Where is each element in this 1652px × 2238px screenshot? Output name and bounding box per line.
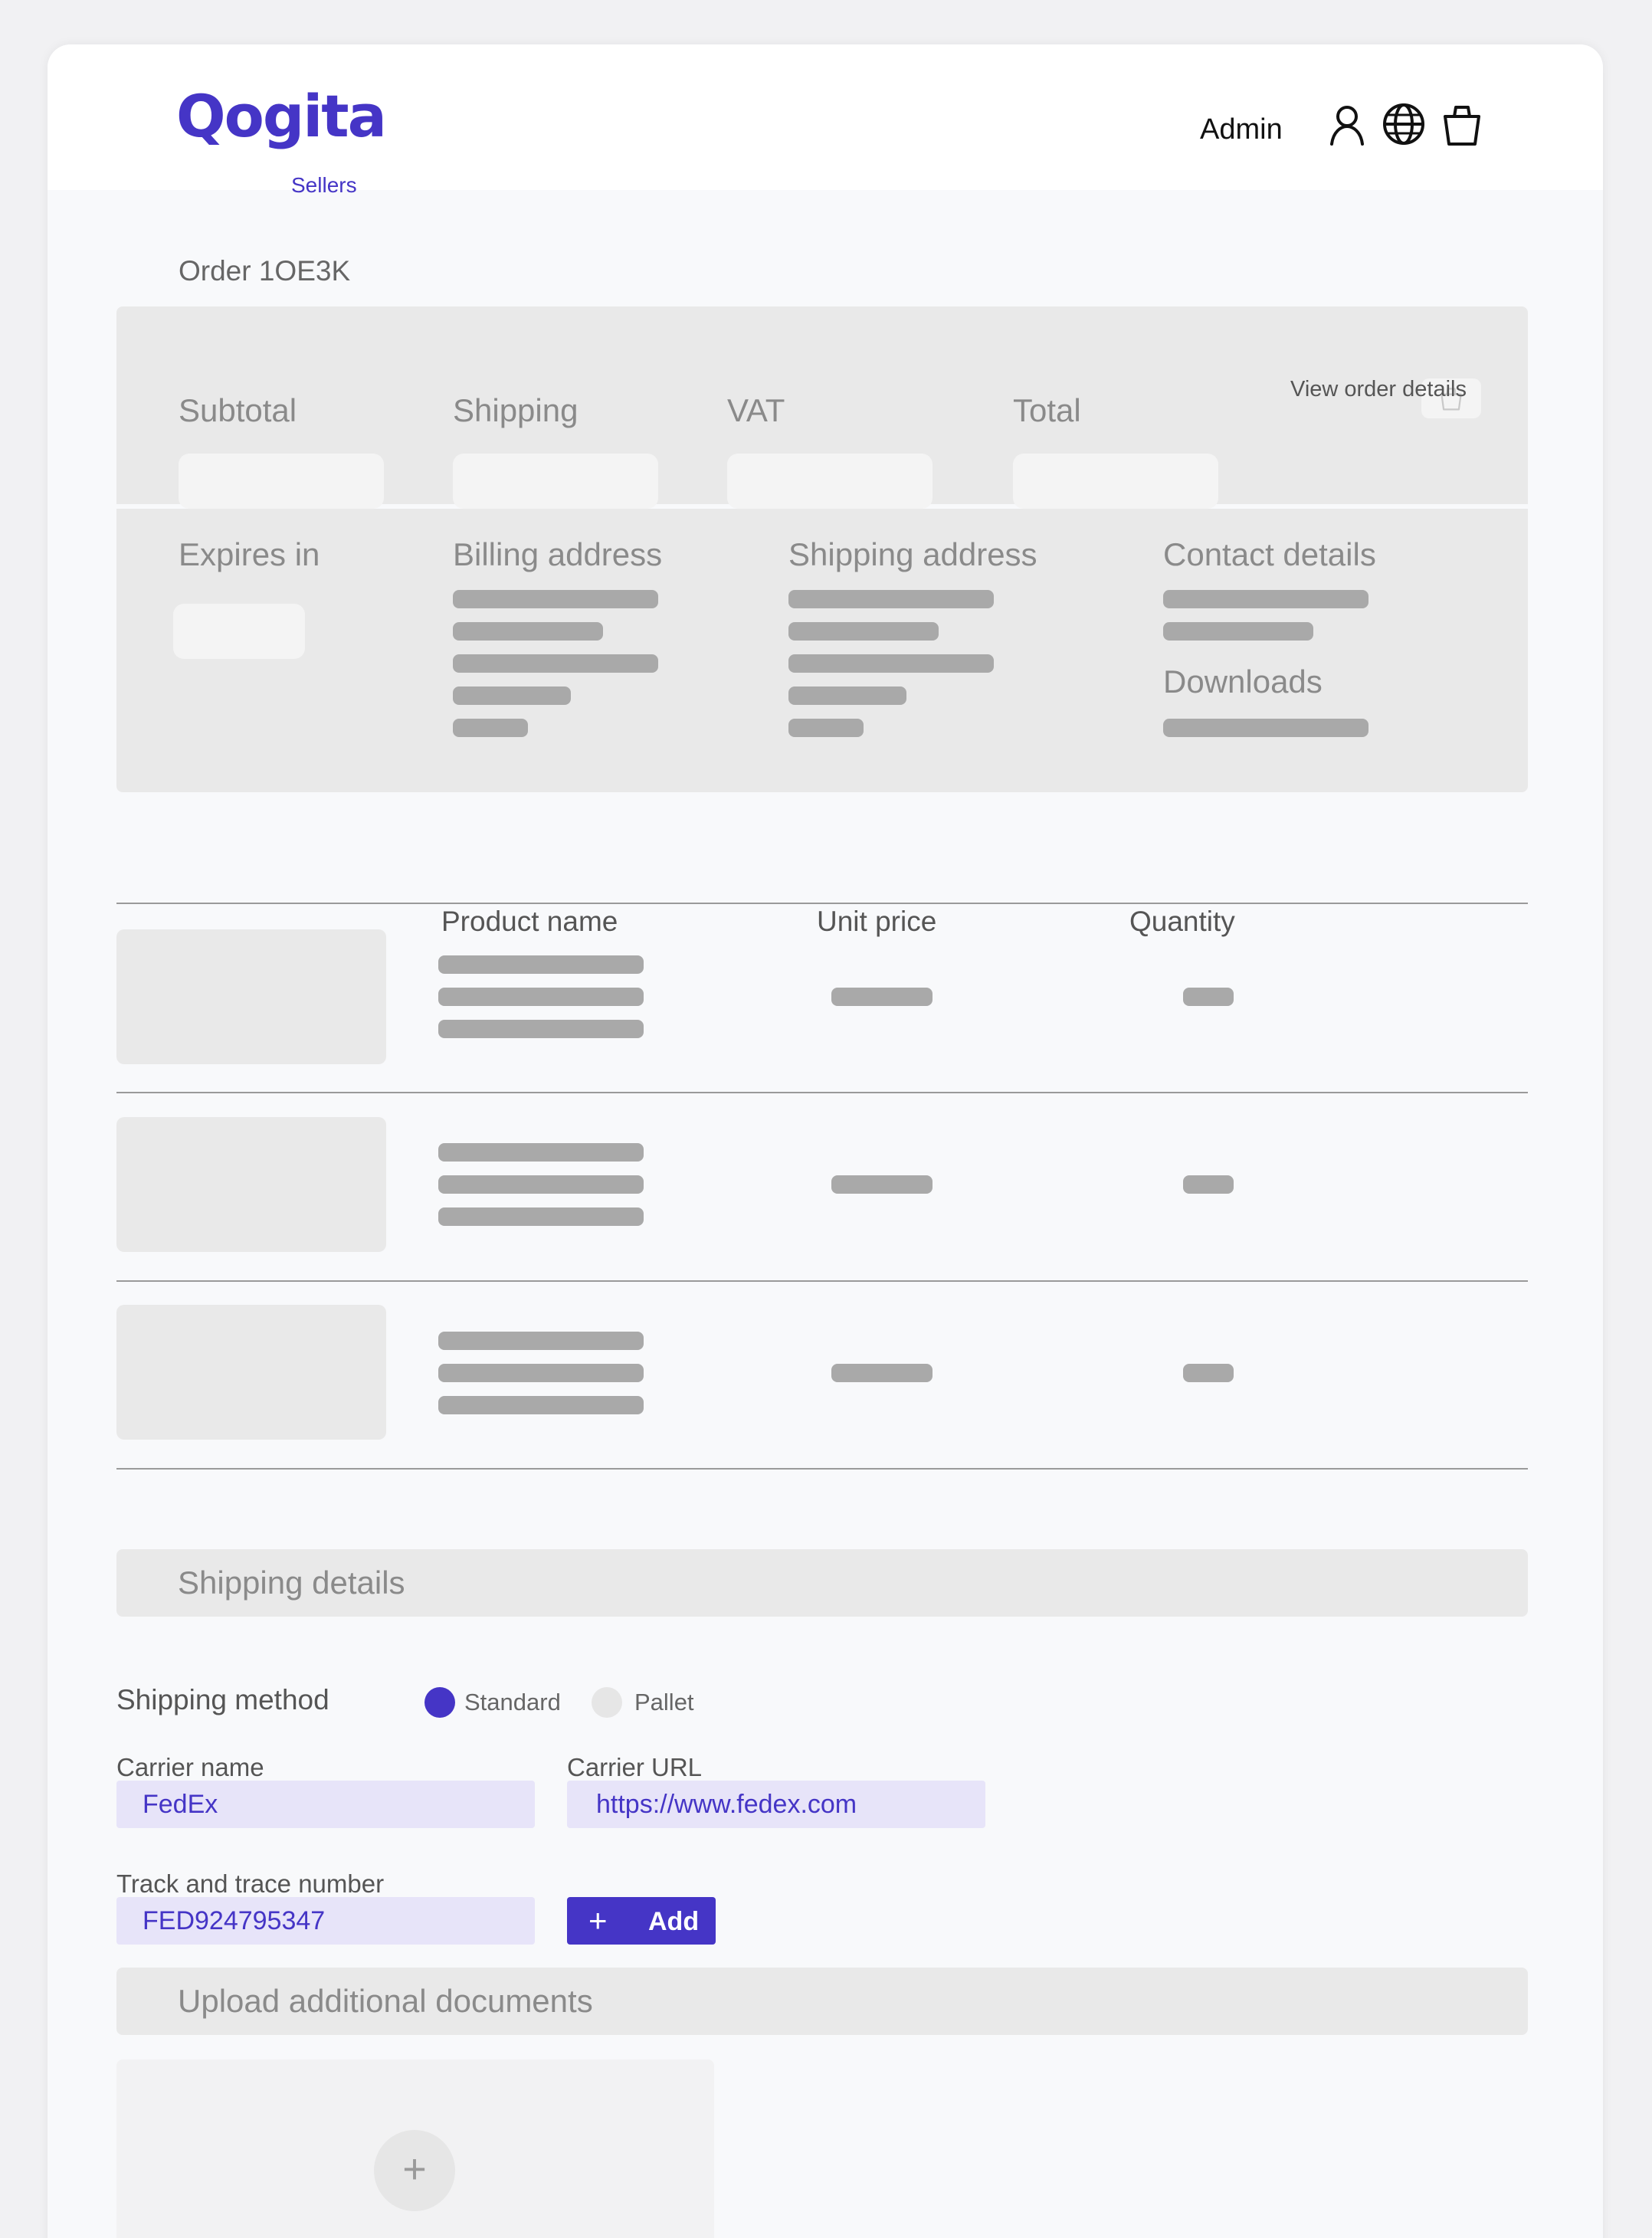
upload-documents-title: Upload additional documents <box>178 1983 593 2019</box>
unit-price-value <box>831 1364 933 1382</box>
row-divider <box>116 1092 1528 1093</box>
billing-line <box>453 686 571 705</box>
product-thumbnail <box>116 1305 386 1440</box>
billing-line <box>453 719 528 737</box>
shipping-method-label: Shipping method <box>116 1684 329 1715</box>
quantity-value <box>1183 1175 1234 1194</box>
logo-subtitle: Sellers <box>291 173 357 197</box>
shipping-details-header: Shipping details <box>116 1549 1528 1617</box>
product-name-line <box>438 1332 644 1350</box>
shopping-bag-icon[interactable] <box>1439 101 1485 147</box>
column-unit-price: Unit price <box>817 906 937 937</box>
shipping-details-title: Shipping details <box>178 1565 405 1601</box>
shipping-cost-value <box>453 454 658 509</box>
billing-line <box>453 622 603 641</box>
qogita-logo[interactable]: Qogita Sellers <box>176 82 387 198</box>
column-quantity: Quantity <box>1129 906 1235 937</box>
carrier-url-input[interactable]: https://www.fedex.com <box>567 1781 985 1828</box>
product-thumbnail <box>116 929 386 1064</box>
row-divider <box>116 1468 1528 1470</box>
billing-address-label: Billing address <box>453 536 663 572</box>
radio-pallet-label[interactable]: Pallet <box>634 1689 694 1716</box>
unit-price-value <box>831 1175 933 1194</box>
vat-value <box>727 454 933 509</box>
radio-standard[interactable] <box>424 1687 455 1718</box>
quantity-value <box>1183 1364 1234 1382</box>
product-name-line <box>438 1396 644 1414</box>
tracking-number-label: Track and trace number <box>116 1869 385 1898</box>
shipping-address-line <box>788 622 939 641</box>
shipping-address-line <box>788 686 906 705</box>
view-order-details-link[interactable]: View order details <box>1290 377 1467 402</box>
total-value <box>1013 454 1218 509</box>
product-thumbnail <box>116 1117 386 1252</box>
user-icon[interactable] <box>1324 101 1370 147</box>
page-card: Qogita Sellers Admin Order 1OE3K Subtota… <box>48 44 1603 2238</box>
expires-label: Expires in <box>179 536 320 572</box>
quantity-value <box>1183 988 1234 1006</box>
add-button-label: Add <box>648 1907 700 1936</box>
unit-price-value <box>831 988 933 1006</box>
plus-icon: + <box>588 1902 608 1938</box>
carrier-url-label: Carrier URL <box>567 1753 703 1781</box>
carrier-name-input[interactable]: FedEx <box>116 1781 535 1828</box>
column-product-name: Product name <box>441 906 618 937</box>
product-name-line <box>438 1207 644 1226</box>
upload-dropzone[interactable]: + <box>116 2059 714 2238</box>
contact-line <box>1163 590 1368 608</box>
shipping-address-line <box>788 654 994 673</box>
contact-details-label: Contact details <box>1163 536 1376 572</box>
top-header: Qogita Sellers Admin <box>48 44 1603 198</box>
download-link[interactable] <box>1163 719 1368 737</box>
shipping-address-line <box>788 719 864 737</box>
subtotal-value <box>179 454 384 509</box>
radio-pallet[interactable] <box>592 1687 622 1718</box>
total-label: Total <box>1013 392 1081 428</box>
tracking-number-input[interactable]: FED924795347 <box>116 1897 535 1945</box>
product-name-line <box>438 955 644 974</box>
plus-icon[interactable]: + <box>374 2130 455 2211</box>
shipping-address-label: Shipping address <box>788 536 1037 572</box>
add-tracking-button[interactable]: + Add <box>567 1897 716 1945</box>
billing-line <box>453 590 658 608</box>
row-divider <box>116 1280 1528 1282</box>
shipping-cost-label: Shipping <box>453 392 579 428</box>
table-header-divider <box>116 903 1528 904</box>
vat-label: VAT <box>727 392 785 428</box>
contact-line <box>1163 622 1313 641</box>
radio-standard-label[interactable]: Standard <box>464 1689 561 1716</box>
product-name-line <box>438 1175 644 1194</box>
user-label[interactable]: Admin <box>1200 113 1283 146</box>
subtotal-label: Subtotal <box>179 392 297 428</box>
downloads-label: Downloads <box>1163 664 1323 700</box>
upload-documents-header: Upload additional documents <box>116 1968 1528 2035</box>
carrier-name-label: Carrier name <box>116 1753 264 1781</box>
product-name-line <box>438 1364 644 1382</box>
logo-wordmark: Qogita <box>176 82 387 150</box>
order-title: Order 1OE3K <box>179 255 351 287</box>
shipping-address-line <box>788 590 994 608</box>
order-summary-panel: Subtotal Shipping VAT Total <box>116 306 1528 509</box>
product-name-line <box>438 988 644 1006</box>
product-name-line <box>438 1020 644 1038</box>
billing-line <box>453 654 658 673</box>
globe-icon[interactable] <box>1381 101 1427 147</box>
product-name-line <box>438 1143 644 1162</box>
expires-value <box>173 604 305 659</box>
